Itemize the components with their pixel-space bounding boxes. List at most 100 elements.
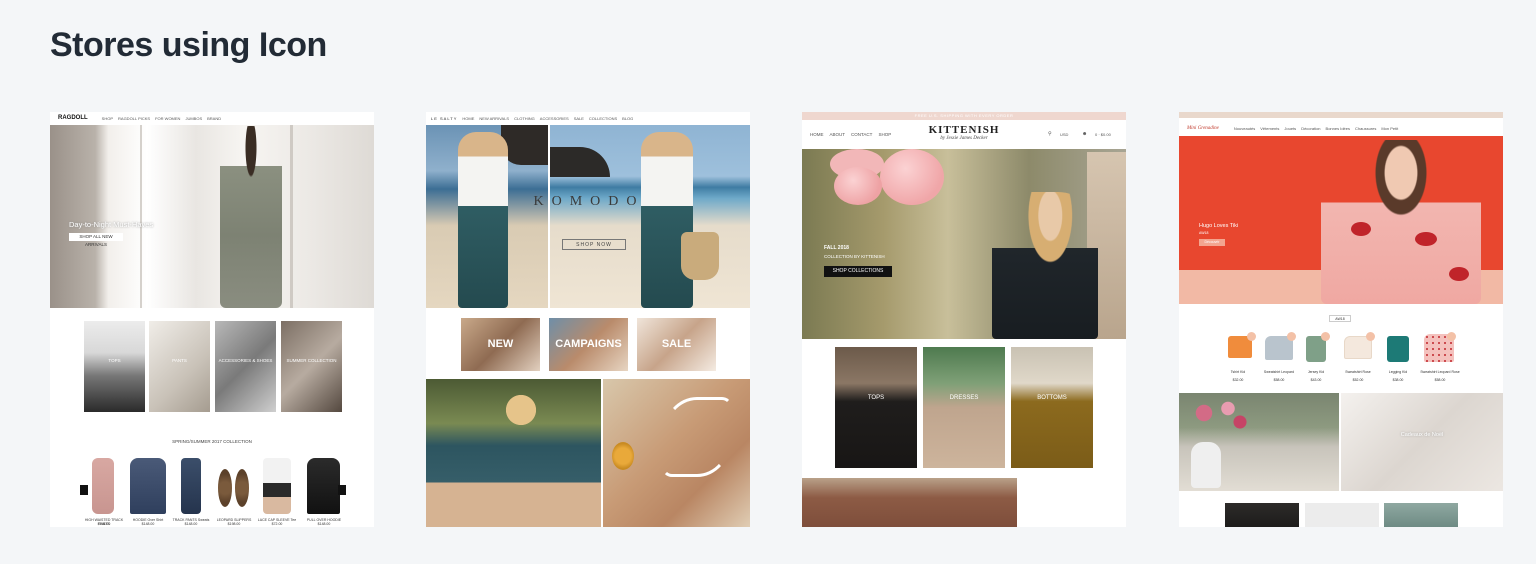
product-price: $148.00: [184, 522, 198, 526]
nav-item[interactable]: FOR WOMEN: [155, 116, 180, 121]
account-icon[interactable]: ☻: [1082, 131, 1087, 137]
store-card-le-salty[interactable]: LE SALTY HOME NEW ARRIVALS CLOTHING ACCE…: [426, 112, 750, 527]
bottom-label: Cadeaux de Noël: [1400, 432, 1444, 438]
nav-item[interactable]: SHOP: [878, 132, 891, 137]
carousel-next-button[interactable]: [338, 485, 346, 495]
product-image[interactable]: [130, 458, 166, 514]
nav-item[interactable]: Bonnes Idées: [1326, 126, 1350, 131]
product-price: $32.00: [1232, 378, 1244, 382]
nav-item[interactable]: ACCESSORIES: [540, 116, 569, 121]
hero-text: Day-to-Night Must-Haves: [69, 220, 154, 229]
nav-item[interactable]: Chaussures: [1355, 126, 1376, 131]
nav-item[interactable]: COLLECTIONS: [589, 116, 617, 121]
tile-image[interactable]: [923, 347, 1005, 468]
carousel-prev-button[interactable]: [80, 485, 88, 495]
store-logo: KITTENISH: [928, 124, 1000, 136]
tile-image[interactable]: [215, 321, 276, 412]
tile-image[interactable]: [835, 347, 917, 468]
store-card-kittenish[interactable]: FREE U.S. SHIPPING WITH EVERY ORDER HOME…: [802, 112, 1126, 527]
store-logo: Mini Grenadine: [1187, 125, 1219, 131]
nav-item[interactable]: Jouets: [1284, 126, 1296, 131]
search-icon[interactable]: ⚲: [1048, 131, 1052, 137]
nav-item[interactable]: SALE: [574, 116, 584, 121]
hero-text: KOMODO: [533, 194, 645, 209]
nav-item[interactable]: Vêtements: [1260, 126, 1279, 131]
hero-button[interactable]: SHOP ALL NEW ARRIVALS: [69, 233, 123, 247]
product-price: $52.00: [1352, 378, 1364, 382]
page-title: Stores using Icon: [50, 26, 327, 64]
nav-item[interactable]: Mon Petit: [1381, 126, 1398, 131]
product-name[interactable]: Sweatshirt Leopard: [1259, 370, 1299, 374]
collection-title: SPRING/SUMMER 2017 COLLECTION: [172, 439, 252, 444]
model-figure: [641, 132, 693, 308]
hero-button[interactable]: SHOP NOW: [562, 239, 626, 250]
model-figure: [992, 192, 1098, 339]
nav-item[interactable]: NEW ARRIVALS: [479, 116, 509, 121]
nav-item[interactable]: RAGDOLL PICKS: [118, 116, 150, 121]
lifestyle-image: [1384, 503, 1458, 527]
store-card-ragdoll[interactable]: RAGDOLL SHOP RAGDOLL PICKS FOR WOMEN JUM…: [50, 112, 374, 527]
hero-text: COLLECTION BY KITTENISH: [824, 254, 885, 259]
store-logo: LE SALTY: [431, 116, 458, 121]
tile-label: TOPS: [108, 358, 121, 363]
product-price: $148.00: [317, 522, 331, 526]
nav-item[interactable]: HOME: [462, 116, 474, 121]
cart-summary[interactable]: 0 · $0.00: [1095, 132, 1111, 137]
nav-item[interactable]: BRAND: [207, 116, 221, 121]
product-price: $198.00: [227, 522, 241, 526]
product-image[interactable]: [263, 458, 291, 514]
product-name[interactable]: Sweatshirt Leopard Rose: [1419, 370, 1461, 374]
currency-selector[interactable]: USD: [1060, 132, 1068, 137]
tile-label: ACCESSORIES & SHOES: [218, 358, 273, 363]
lifestyle-image: [1341, 393, 1503, 491]
product-image[interactable]: [92, 458, 114, 514]
product-price: $72.00: [271, 522, 283, 526]
product-image[interactable]: [218, 469, 232, 507]
tile-image[interactable]: [149, 321, 210, 412]
product-name[interactable]: Legging Kid: [1379, 370, 1417, 374]
nav-item[interactable]: CONTACT: [851, 132, 872, 137]
lifestyle-image: [1225, 503, 1299, 527]
product-price: $43.00: [1310, 378, 1322, 382]
tile-image[interactable]: [1011, 347, 1093, 468]
store-logo: RAGDOLL: [58, 115, 88, 121]
nav-item[interactable]: Nouveautés: [1234, 126, 1255, 131]
product-image[interactable]: [1387, 336, 1409, 362]
badge-icon: [1287, 332, 1296, 341]
hero-text: Hugo Loves Tiki: [1199, 223, 1239, 229]
nav-item[interactable]: BLOG: [622, 116, 633, 121]
store-nav: RAGDOLL SHOP RAGDOLL PICKS FOR WOMEN JUM…: [50, 112, 374, 124]
product-image[interactable]: [181, 458, 201, 514]
nav-item[interactable]: SHOP: [102, 116, 113, 121]
product-price: $148.00: [97, 522, 111, 526]
product-image[interactable]: [307, 458, 340, 514]
product-name[interactable]: Sweatshirt Rose: [1338, 370, 1378, 374]
nav-item[interactable]: Décoration: [1301, 126, 1320, 131]
store-card-mini-grenadine[interactable]: Mini Grenadine Nouveautés Vêtements Joue…: [1179, 112, 1503, 527]
product-name[interactable]: Jersey Kid: [1298, 370, 1334, 374]
badge-icon: [1366, 332, 1375, 341]
nav-item[interactable]: JUMBOS: [185, 116, 202, 121]
nav-item[interactable]: CLOTHING: [514, 116, 535, 121]
tile-label: SALE: [661, 338, 692, 350]
nav-item[interactable]: ABOUT: [830, 132, 846, 137]
street-image: [802, 478, 1017, 527]
tile-label: DRESSES: [949, 395, 979, 401]
nav-item[interactable]: HOME: [810, 132, 824, 137]
product-price: $38.00: [1392, 378, 1404, 382]
tile-image[interactable]: [84, 321, 145, 412]
shipping-banner: FREE U.S. SHIPPING WITH EVERY ORDER: [802, 112, 1126, 120]
tile-label: TOPS: [867, 395, 885, 401]
badge-icon: [1247, 332, 1256, 341]
tile-label: NEW: [487, 338, 514, 350]
balloon-image: [880, 149, 944, 205]
product-image[interactable]: [235, 469, 249, 507]
section-label[interactable]: AW18: [1329, 315, 1351, 322]
hero-button[interactable]: SHOP COLLECTIONS: [824, 266, 892, 277]
product-name[interactable]: Tshirt Kid: [1220, 370, 1256, 374]
model-figure: [220, 126, 282, 308]
tile-image[interactable]: [281, 321, 342, 412]
hero-button[interactable]: Découvrir: [1199, 239, 1225, 246]
store-nav: LE SALTY HOME NEW ARRIVALS CLOTHING ACCE…: [426, 114, 750, 123]
store-nav: Mini Grenadine Nouveautés Vêtements Joue…: [1179, 120, 1503, 136]
